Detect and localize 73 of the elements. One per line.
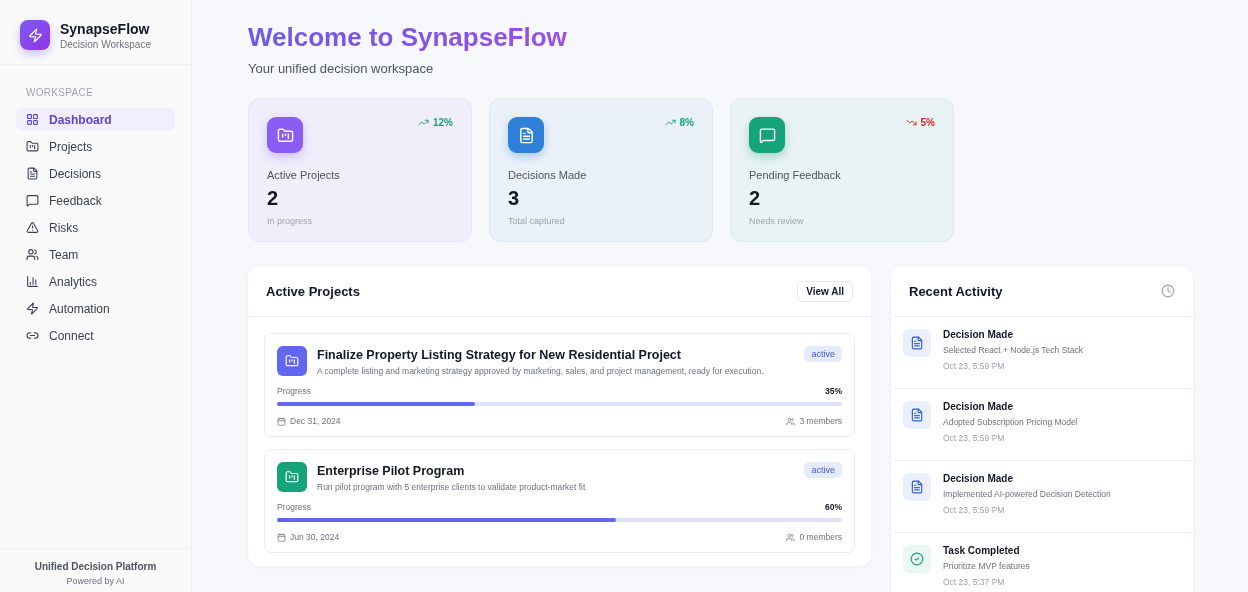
status-badge: active — [804, 346, 842, 362]
stat-label: Decisions Made — [508, 169, 588, 181]
nav-item[interactable]: Connect — [16, 324, 175, 347]
brand-name: SynapseFlow — [60, 20, 151, 37]
page-subtitle: Your unified decision workspace — [248, 61, 435, 76]
stat-label: Pending Feedback — [749, 169, 842, 181]
nav-item[interactable]: Dashboard — [16, 108, 175, 131]
stat-value: 2 — [267, 187, 280, 210]
bar-chart-icon — [26, 275, 39, 288]
progress-value: 35% — [825, 386, 842, 396]
member-count: 3 members — [799, 416, 842, 426]
nav-item[interactable]: Team — [16, 243, 175, 266]
trend-value: 5% — [920, 117, 935, 128]
project-card[interactable] — [264, 333, 855, 437]
activity-time: Oct 23, 5:59 PM — [943, 505, 1006, 515]
document-icon — [26, 167, 39, 180]
activity-detail: Prioritize MVP features — [943, 561, 1030, 571]
activity-detail: Adopted Subscription Pricing Model — [943, 417, 1078, 427]
progress-label: Progress — [277, 502, 311, 512]
progress-value: 60% — [825, 502, 842, 512]
activity-time: Oct 23, 5:37 PM — [943, 577, 1006, 587]
due-date: Jun 30, 2024 — [290, 532, 340, 542]
stat-value: 3 — [508, 187, 521, 210]
project-description: A complete listing and marketing strategy approved by marketing, sales, and project management, ready for execution. — [317, 366, 765, 376]
calendar-icon — [277, 532, 286, 542]
activity-detail: Implemented AI-powered Decision Detection — [943, 489, 1111, 499]
grid-icon — [26, 113, 39, 126]
activity-title: Task Completed — [943, 545, 1021, 556]
nav-item[interactable]: Analytics — [16, 270, 175, 293]
project-title: Enterprise Pilot Program — [317, 464, 466, 478]
nav-item[interactable]: Automation — [16, 297, 175, 320]
folder-icon — [26, 140, 39, 153]
activity-time: Oct 23, 5:59 PM — [943, 433, 1006, 443]
calendar-icon — [277, 416, 286, 426]
warning-icon — [26, 221, 39, 234]
due-date: Dec 31, 2024 — [290, 416, 341, 426]
progress-label: Progress — [277, 386, 311, 396]
status-badge: active — [804, 462, 842, 478]
nav-item[interactable]: Decisions — [16, 162, 175, 185]
stat-label: Active Projects — [267, 169, 341, 181]
activity-time: Oct 23, 5:59 PM — [943, 361, 1006, 371]
people-icon — [786, 532, 796, 542]
stat-value: 2 — [749, 187, 762, 210]
stat-note: Needs review — [749, 216, 805, 226]
lightning-icon — [26, 302, 39, 315]
panel-title: Active Projects — [266, 283, 360, 299]
footer-subtitle: Powered by AI — [65, 576, 126, 586]
activity-title: Decision Made — [943, 329, 1015, 340]
stat-note: In progress — [267, 216, 314, 226]
link-icon — [26, 329, 39, 342]
logo-icon — [20, 20, 50, 50]
project-description: Run pilot program with 5 enterprise clients to validate product-market fit — [317, 482, 587, 492]
trend-value: 8% — [679, 117, 694, 128]
people-icon — [786, 416, 796, 426]
brand-subtitle: Decision Workspace — [60, 38, 151, 50]
nav-item[interactable]: Feedback — [16, 189, 175, 212]
nav-item[interactable]: Risks — [16, 216, 175, 239]
clock-icon — [1161, 284, 1175, 298]
activity-title: Decision Made — [943, 401, 1015, 412]
message-icon — [26, 194, 39, 207]
trend-value: 12% — [433, 117, 453, 128]
footer-title: Unified Decision Platform — [33, 561, 158, 572]
section-label: WORKSPACE — [25, 86, 94, 100]
nav-item[interactable]: Projects — [16, 135, 175, 158]
activity-title: Decision Made — [943, 473, 1015, 484]
project-title: Finalize Property Listing Strategy for New Residential Project — [317, 348, 682, 362]
activity-detail: Selected React + Node.js Tech Stack — [943, 345, 1083, 355]
panel-title: Recent Activity — [909, 283, 1003, 299]
view-all-button[interactable]: View All — [797, 280, 853, 302]
project-card[interactable]: Enterprise Pilot Program Run pilot program with 5 enterprise clients to validate product-market fit active Progress 60% Jun 30, 2024 0 members — [264, 449, 855, 553]
member-count: 0 members — [799, 532, 842, 542]
people-icon — [26, 248, 39, 261]
stat-note: Total captured — [508, 216, 566, 226]
